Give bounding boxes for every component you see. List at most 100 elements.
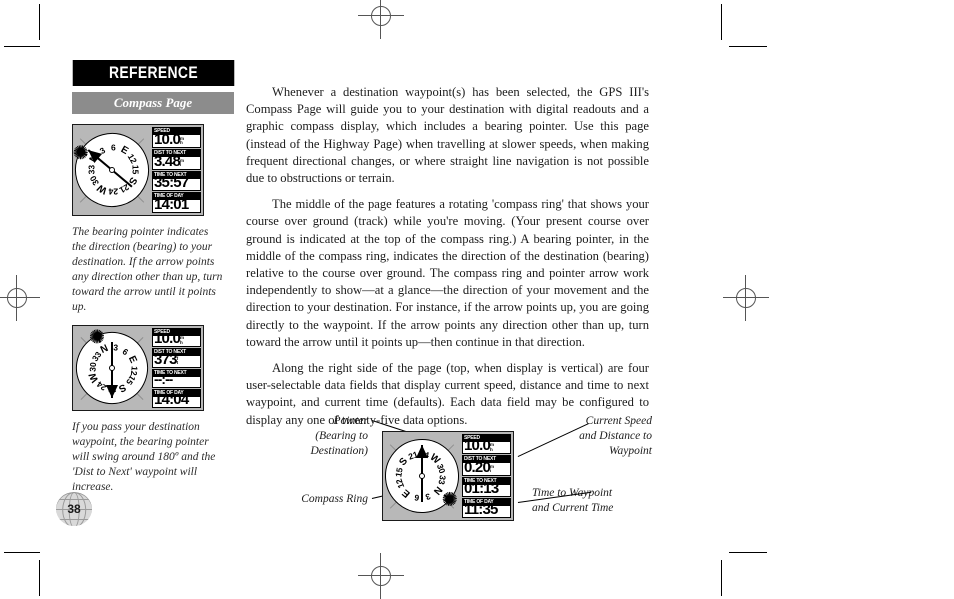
- paragraph: The middle of the page features a rotati…: [246, 197, 649, 349]
- data-field-unit: ft: [176, 355, 179, 365]
- bearing-pointer-arrowhead: [416, 445, 428, 458]
- data-field-value: 35:57: [154, 174, 189, 192]
- data-field-value: --:--: [154, 371, 173, 387]
- data-field: TIME OF DAY 11:35: [462, 497, 511, 518]
- data-field-value: 10.0: [154, 330, 181, 348]
- figure-caption-top: The bearing pointer indicates the direct…: [72, 226, 223, 313]
- data-field: TIME TO NEXT --:--: [152, 368, 201, 388]
- data-field-value-wrap: --:--: [153, 372, 200, 387]
- data-field-value-wrap: 10.0 m h: [153, 331, 200, 346]
- annotation-pointer-line2: (Bearing to: [315, 430, 368, 442]
- crop-mark-top-left-horizontal: [4, 46, 40, 47]
- paragraph: Whenever a destination waypoint(s) has b…: [246, 85, 649, 186]
- compass-degree-label: 33: [86, 164, 97, 175]
- data-field-value-wrap: 0.20 m i: [463, 458, 510, 476]
- compass-pivot: [109, 365, 115, 371]
- data-fields-top: SPEED 10.0 m h DIST TO NEXT 3.48 m i TIME TO…: [151, 125, 203, 215]
- annotation-pointer-line3: Destination): [310, 445, 369, 457]
- compass-degree-label: 3: [112, 342, 118, 353]
- compass-pivot: [419, 473, 425, 479]
- data-field: TIME OF DAY 14:04: [152, 388, 201, 408]
- figure-annotated-compass-page: Pointer (Bearing to Destination) Compass…: [246, 414, 656, 526]
- data-field-value-wrap: 35:57: [153, 175, 200, 190]
- crop-mark-top-right-vertical: [721, 4, 722, 40]
- data-field-value: 14:04: [154, 391, 189, 408]
- annotation-pointer: Pointer (Bearing to Destination): [258, 414, 369, 459]
- annotation-speed-line3: Waypoint: [608, 445, 652, 457]
- compass-degree-label: 15: [393, 466, 405, 478]
- figure-caption-middle: If you pass your destination waypoint, t…: [72, 421, 216, 493]
- data-field-value-wrap: 3.48 m i: [153, 152, 200, 170]
- crop-mark-top-right-horizontal: [729, 46, 767, 47]
- compass-degree-label: 6: [413, 492, 420, 504]
- bearing-pointer-tail: [420, 476, 424, 503]
- data-field-value-wrap: 01:13: [463, 481, 510, 496]
- annotation-current-speed-distance: Current Speed and Distance to Waypoint: [532, 414, 652, 459]
- data-field-value: 01:13: [464, 479, 499, 497]
- left-sidebar-column: REFERENCE Compass Page N 3 6 E 12 15 S 21 24 W 30 3…: [72, 60, 234, 495]
- registration-mark-bottom: [358, 553, 404, 599]
- data-field: TIME TO NEXT 01:13: [462, 476, 511, 497]
- compass-degree-label: 6: [120, 345, 131, 357]
- data-field: SPEED 10.0 m h: [462, 434, 511, 455]
- registration-mark-top: [358, 0, 404, 39]
- figure-compass-page-screen-middle: N36E1215S2124W3033 SPEED 10.0mh DIST TO …: [72, 325, 204, 411]
- annotation-speed-line1: Current Speed: [585, 415, 652, 427]
- data-field-value-wrap: 373 f t: [153, 352, 200, 367]
- data-field-value: 10.0: [464, 437, 491, 455]
- registration-mark-left: [0, 275, 40, 321]
- data-field-value: 373: [154, 350, 177, 368]
- crop-mark-bottom-right-vertical: [721, 560, 722, 596]
- compass-rose-top: N 3 6 E 12 15 S 21 24 W 30 33: [73, 125, 151, 215]
- page-number-badge: 38: [56, 492, 92, 526]
- data-field-unit: mh: [180, 135, 185, 146]
- compass-degree-label: 30: [87, 361, 98, 372]
- data-field: SPEED 10.0 m h: [152, 127, 201, 148]
- compass-degree-label: 12: [125, 152, 140, 166]
- compass-degree-label: 33: [436, 474, 449, 486]
- compass-degree-label: 3: [424, 491, 433, 503]
- compass-degree-label: 6: [110, 142, 116, 153]
- data-field: DIST TO NEXT 373 f t: [152, 348, 201, 368]
- data-field-unit: mh: [490, 442, 495, 452]
- data-fields-middle: SPEED 10.0 m h DIST TO NEXT 373 f t TIME TO …: [151, 326, 203, 410]
- data-field-value: 10.0: [154, 130, 181, 148]
- data-field-unit: mi: [490, 463, 495, 473]
- data-field-value: 3.48: [154, 152, 181, 170]
- figure-compass-page-screen-top: N 3 6 E 12 15 S 21 24 W 30 33 SPEED 10.0 m h DIST TO …: [72, 124, 204, 216]
- annotation-compass-ring: Compass Ring: [246, 492, 368, 507]
- crop-mark-bottom-left-vertical: [39, 560, 40, 596]
- annotation-time-line2: and Current Time: [532, 502, 614, 514]
- compass-degree-label: 15: [130, 164, 141, 175]
- bearing-pointer-arrowhead: [106, 385, 118, 398]
- data-field-unit: mi: [180, 157, 185, 167]
- data-field-value-wrap: 14:01: [153, 196, 200, 213]
- data-field-unit: mh: [180, 335, 185, 345]
- annotation-compass-ring-label: Compass Ring: [301, 493, 368, 505]
- data-fields-bottom: SPEED 10.0 m h DIST TO NEXT 0.20 m i TIME TO…: [461, 432, 513, 520]
- compass-degree-label: 15: [123, 373, 138, 388]
- data-field: DIST TO NEXT 3.48 m i: [152, 148, 201, 170]
- compass-pivot: [109, 167, 115, 173]
- compass-degree-label: 24: [108, 186, 119, 197]
- compass-cardinal-label: N: [430, 483, 444, 497]
- compass-degree-label: 30: [434, 462, 448, 475]
- data-field-value-wrap: 10.0 m h: [153, 130, 200, 148]
- annotation-pointer-line1: Pointer: [333, 415, 369, 427]
- page-subtitle: Compass Page: [72, 92, 234, 114]
- data-field-value-wrap: 10.0 m h: [463, 438, 510, 453]
- data-field-value: 11:35: [464, 501, 498, 518]
- crop-mark-bottom-right-horizontal: [729, 552, 767, 553]
- page-title: REFERENCE: [72, 60, 234, 86]
- compass-rose-middle: N36E1215S2124W3033: [73, 326, 151, 410]
- data-field-value: 0.20: [464, 458, 491, 476]
- data-field-value-wrap: 14:04: [153, 392, 200, 407]
- data-field-value-wrap: 11:35: [463, 502, 510, 517]
- data-field: TIME TO NEXT 35:57: [152, 170, 201, 192]
- crop-mark-bottom-left-horizontal: [4, 552, 40, 553]
- annotation-time-waypoint: Time to Waypoint and Current Time: [532, 486, 656, 516]
- compass-rose-bottom: N 3 6 E 12 15 S 21 24 W 30 33: [383, 432, 461, 520]
- data-field: SPEED 10.0 m h: [152, 328, 201, 348]
- data-field-value: 14:01: [154, 196, 189, 213]
- compass-cardinal-label: E: [400, 486, 413, 500]
